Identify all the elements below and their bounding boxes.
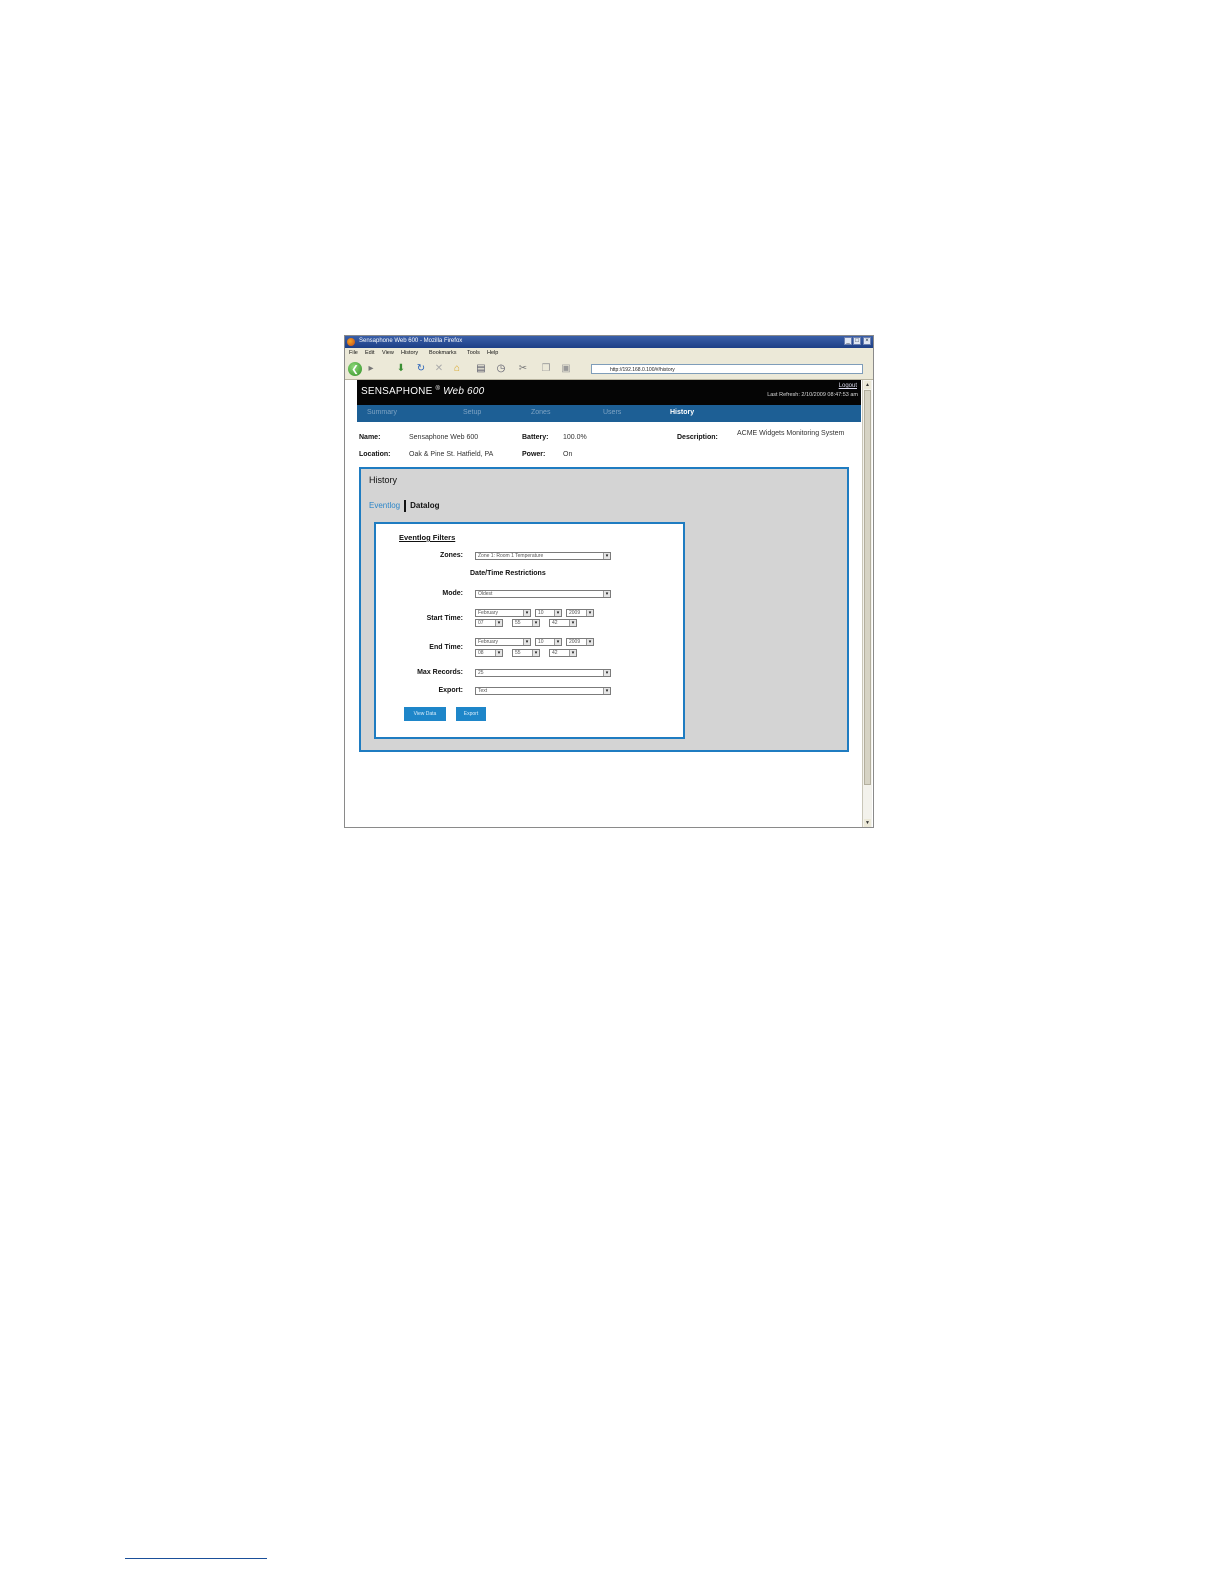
eventlog-filters-heading: Eventlog Filters [399, 533, 456, 542]
description-value: ACME Widgets Monitoring System [737, 430, 845, 437]
menu-help[interactable]: Help [487, 350, 498, 356]
brand-logo: SENSAPHONE ® Web 600 [361, 386, 484, 397]
end-second-select[interactable]: 42 [549, 649, 577, 657]
tab-zones[interactable]: Zones [531, 409, 550, 416]
back-arrow-icon[interactable]: ❮ [348, 362, 362, 376]
battery-label: Battery: [522, 434, 549, 441]
history-title: History [369, 475, 398, 485]
header-banner: SENSAPHONE ® Web 600 Logout Last Refresh: … [357, 380, 861, 405]
zones-label: Zones: [440, 552, 463, 559]
vertical-scrollbar[interactable]: ▲ ▼ [862, 380, 872, 827]
start-time-label: Start Time: [426, 615, 463, 622]
menu-bar: File Edit View History Bookmarks Tools H… [345, 348, 873, 359]
start-hour-select[interactable]: 07 [475, 619, 503, 627]
scroll-up-icon[interactable]: ▲ [864, 381, 871, 389]
end-year-select[interactable]: 2009 [566, 638, 594, 646]
datalog-link[interactable]: Datalog [410, 501, 439, 510]
history-clock-icon[interactable]: ◷ [495, 363, 507, 375]
start-year-select[interactable]: 2009 [566, 609, 594, 617]
end-month-select[interactable]: February [475, 638, 531, 646]
battery-value: 100.0% [563, 434, 587, 441]
paste-icon[interactable]: ▣ [560, 363, 572, 375]
web-page: SENSAPHONE ® Web 600 Logout Last Refresh: … [357, 380, 861, 827]
tab-setup[interactable]: Setup [463, 409, 481, 416]
navigation-toolbar: ❮ ▸ ⬇ ↻ ✕ ⌂ ▤ ◷ ✂ ❐ ▣ http://192.168.0.1… [345, 359, 873, 380]
export-button[interactable]: Export [456, 707, 486, 721]
home-arrow-icon[interactable]: ⬇ [395, 363, 407, 375]
firefox-icon [347, 338, 355, 346]
menu-edit[interactable]: Edit [365, 350, 374, 356]
registered-mark: ® [435, 386, 441, 392]
title-bar: Sensaphone Web 600 - Mozilla Firefox _ □… [345, 336, 873, 348]
forward-arrow-icon[interactable]: ▸ [365, 363, 377, 375]
zones-select[interactable]: Zone 1: Room 1 Temperature [475, 552, 611, 560]
model-name: Web 600 [443, 386, 485, 397]
power-label: Power: [522, 451, 546, 458]
start-day-select[interactable]: 10 [535, 609, 562, 617]
start-minute-select[interactable]: 55 [512, 619, 540, 627]
max-records-select[interactable]: 25 [475, 669, 611, 677]
minimize-button[interactable]: _ [844, 337, 852, 345]
main-tabs: Summary Setup Zones Users History [357, 405, 861, 422]
end-time-label: End Time: [429, 644, 463, 651]
menu-tools[interactable]: Tools [467, 350, 480, 356]
brand-name: SENSAPHONE [361, 386, 433, 397]
start-month-select[interactable]: February [475, 609, 531, 617]
scroll-down-icon[interactable]: ▼ [864, 819, 871, 827]
start-second-select[interactable]: 42 [549, 619, 577, 627]
address-bar[interactable]: http://192.168.0.100/#/history [591, 364, 863, 374]
menu-history[interactable]: History [401, 350, 418, 356]
description-label: Description: [677, 434, 718, 441]
stop-icon[interactable]: ✕ [433, 363, 445, 375]
tab-summary[interactable]: Summary [367, 409, 397, 416]
view-data-button[interactable]: View Data [404, 707, 446, 721]
end-day-select[interactable]: 10 [535, 638, 562, 646]
export-label: Export: [438, 687, 464, 694]
name-label: Name: [359, 434, 381, 441]
eventlog-link[interactable]: Eventlog [369, 501, 400, 510]
name-value: Sensaphone Web 600 [409, 434, 479, 441]
close-button[interactable]: × [863, 337, 871, 345]
mode-label: Mode: [442, 590, 463, 597]
tab-history[interactable]: History [670, 409, 694, 416]
history-panel: History Eventlog Datalog Eventlog Filters… [359, 467, 849, 752]
maximize-button[interactable]: □ [853, 337, 861, 345]
logout-link[interactable]: Logout [839, 383, 857, 389]
scroll-thumb[interactable] [864, 390, 871, 785]
max-records-label: Max Records: [417, 669, 463, 676]
browser-window: Sensaphone Web 600 - Mozilla Firefox _ □… [344, 335, 874, 828]
tab-users[interactable]: Users [603, 409, 621, 416]
print-icon[interactable]: ▤ [475, 363, 487, 375]
eventlog-filters-box: Eventlog Filters Zones: Zone 1: Room 1 T… [374, 522, 685, 739]
last-refresh-text: Last Refresh: 2/10/2009 08:47:53 am [767, 392, 858, 398]
menu-bookmarks[interactable]: Bookmarks [429, 350, 457, 356]
end-hour-select[interactable]: 08 [475, 649, 503, 657]
location-value: Oak & Pine St. Hatfield, PA [409, 451, 494, 458]
date-time-restrictions-heading: Date/Time Restrictions [470, 570, 546, 577]
footnote-rule [125, 1558, 267, 1559]
cut-icon[interactable]: ✂ [517, 363, 529, 375]
window-title: Sensaphone Web 600 - Mozilla Firefox [359, 338, 463, 344]
menu-view[interactable]: View [382, 350, 394, 356]
home-icon[interactable]: ⌂ [451, 363, 463, 375]
history-subnav: Eventlog Datalog [369, 500, 439, 512]
mode-select[interactable]: Oldest [475, 590, 611, 598]
copy-icon[interactable]: ❐ [540, 363, 552, 375]
location-label: Location: [359, 451, 391, 458]
subnav-divider [404, 500, 407, 512]
end-minute-select[interactable]: 55 [512, 649, 540, 657]
export-select[interactable]: Text [475, 687, 611, 695]
menu-file[interactable]: File [349, 350, 358, 356]
reload-icon[interactable]: ↻ [415, 363, 427, 375]
power-value: On [563, 451, 573, 458]
